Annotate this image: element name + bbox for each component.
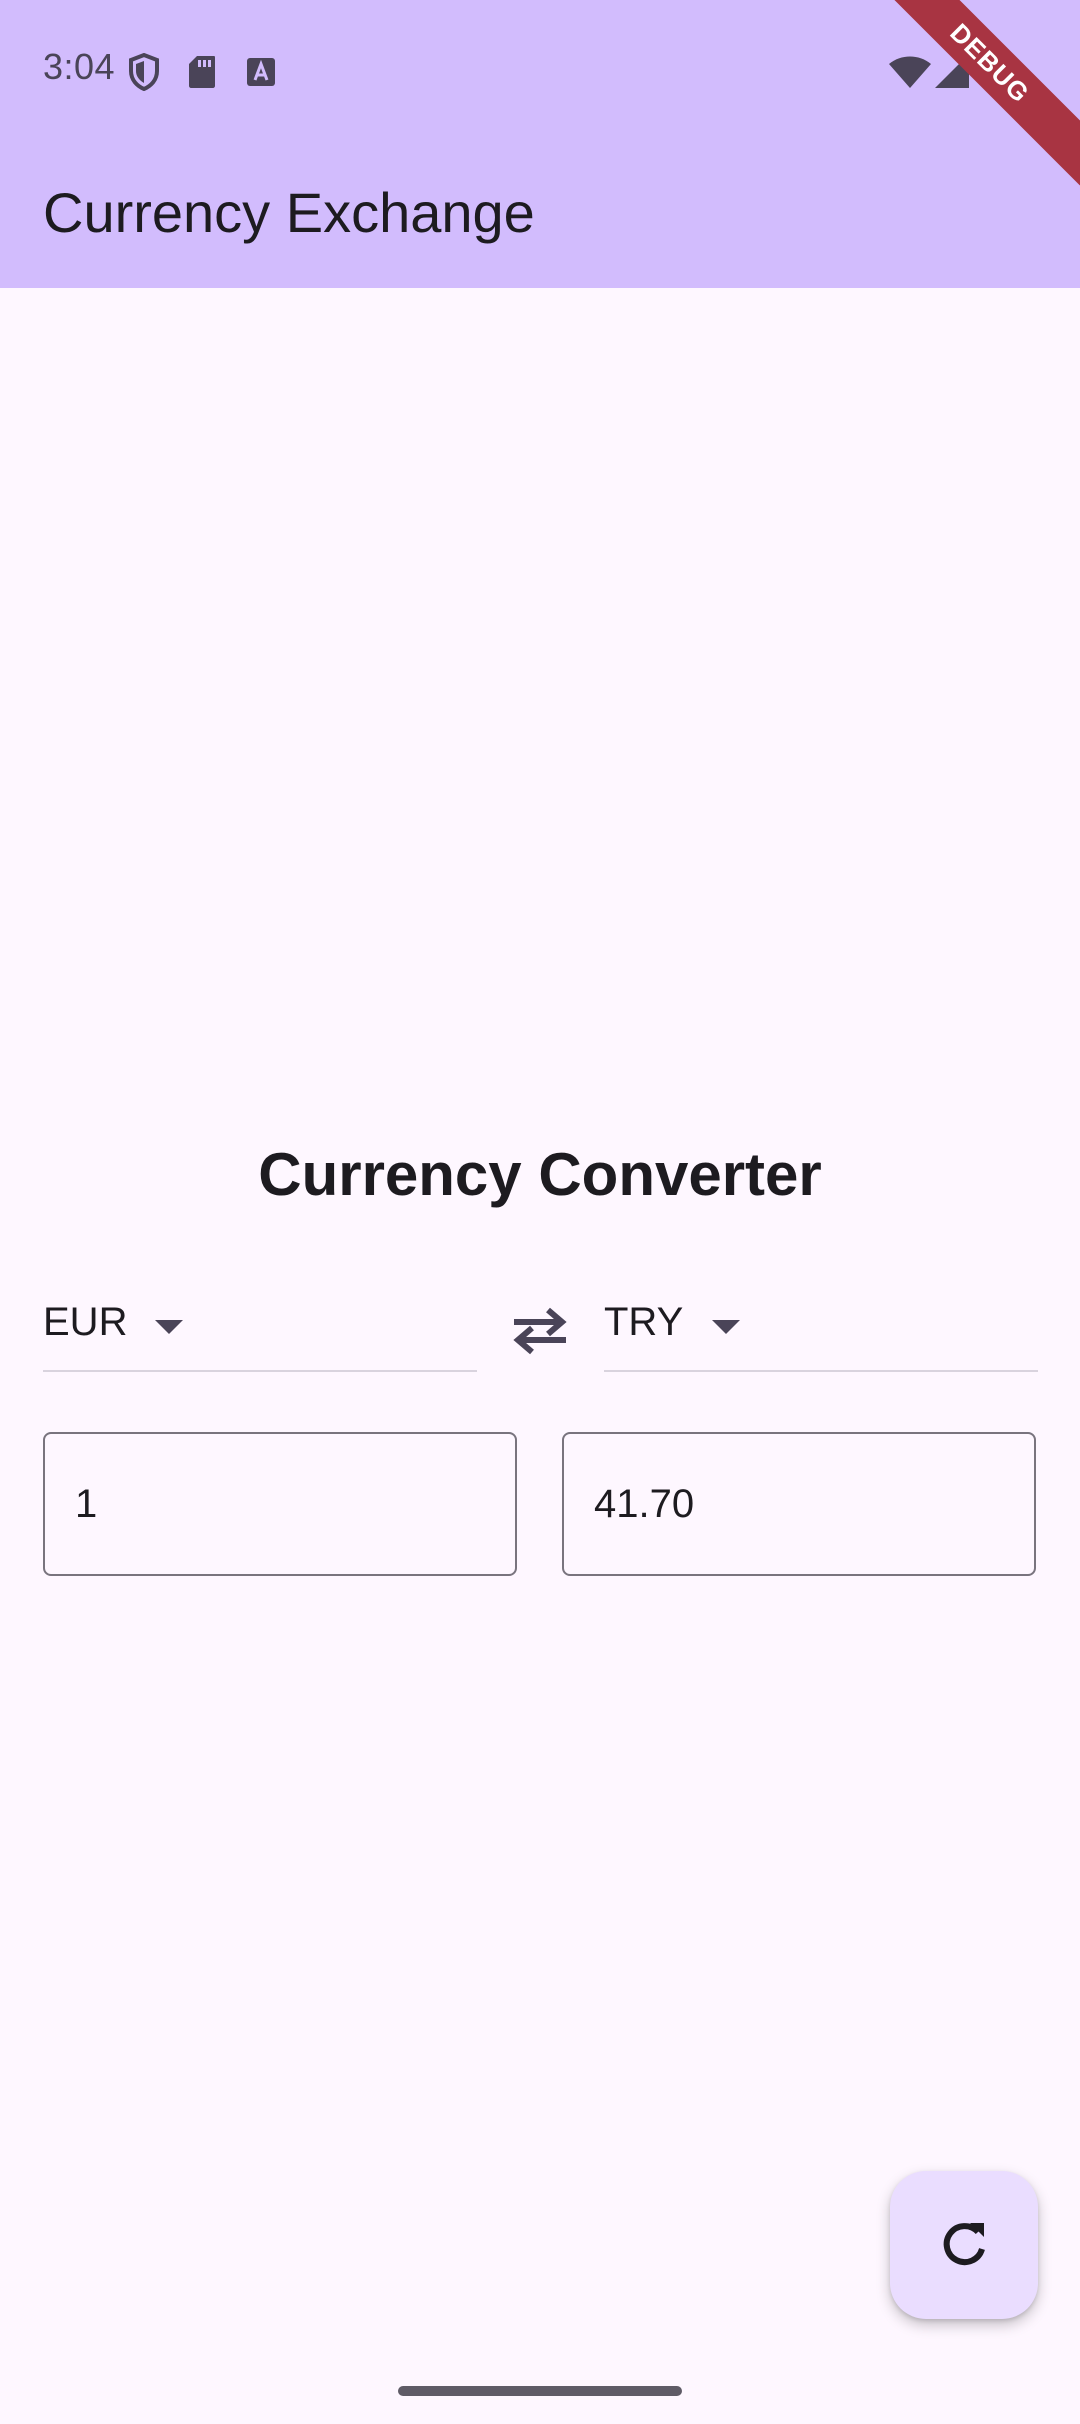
shield-icon <box>129 53 159 91</box>
converter-title: Currency Converter <box>258 1141 822 1208</box>
text-icon <box>247 58 275 86</box>
home-indicator[interactable] <box>398 2386 682 2396</box>
to-amount-field[interactable]: 41.70 <box>562 1432 1036 1576</box>
swap-currencies-button[interactable] <box>506 1296 574 1364</box>
top-app-region: 3:04 Currency Exchange DEBUG <box>0 0 1080 288</box>
app-bar-title: Currency Exchange <box>43 181 535 244</box>
wifi-icon <box>889 56 931 88</box>
sd-card-icon <box>189 56 215 88</box>
from-amount-field[interactable]: 1 <box>43 1432 517 1576</box>
to-amount-value: 41.70 <box>594 1482 695 1526</box>
refresh-button[interactable] <box>890 2171 1038 2319</box>
from-currency-value: EUR <box>43 1300 128 1344</box>
chevron-down-icon <box>712 1320 740 1334</box>
swap-icon <box>513 1307 567 1355</box>
chevron-down-icon <box>155 1320 183 1334</box>
status-time: 3:04 <box>43 46 116 87</box>
from-amount-value: 1 <box>75 1482 98 1526</box>
to-currency-value: TRY <box>604 1300 684 1344</box>
from-currency-dropdown[interactable]: EUR <box>43 1290 477 1372</box>
screen: 3:04 Currency Exchange DEBUG Currency Co… <box>0 0 1080 2424</box>
refresh-icon <box>943 2223 985 2266</box>
to-currency-dropdown[interactable]: TRY <box>604 1290 1038 1372</box>
